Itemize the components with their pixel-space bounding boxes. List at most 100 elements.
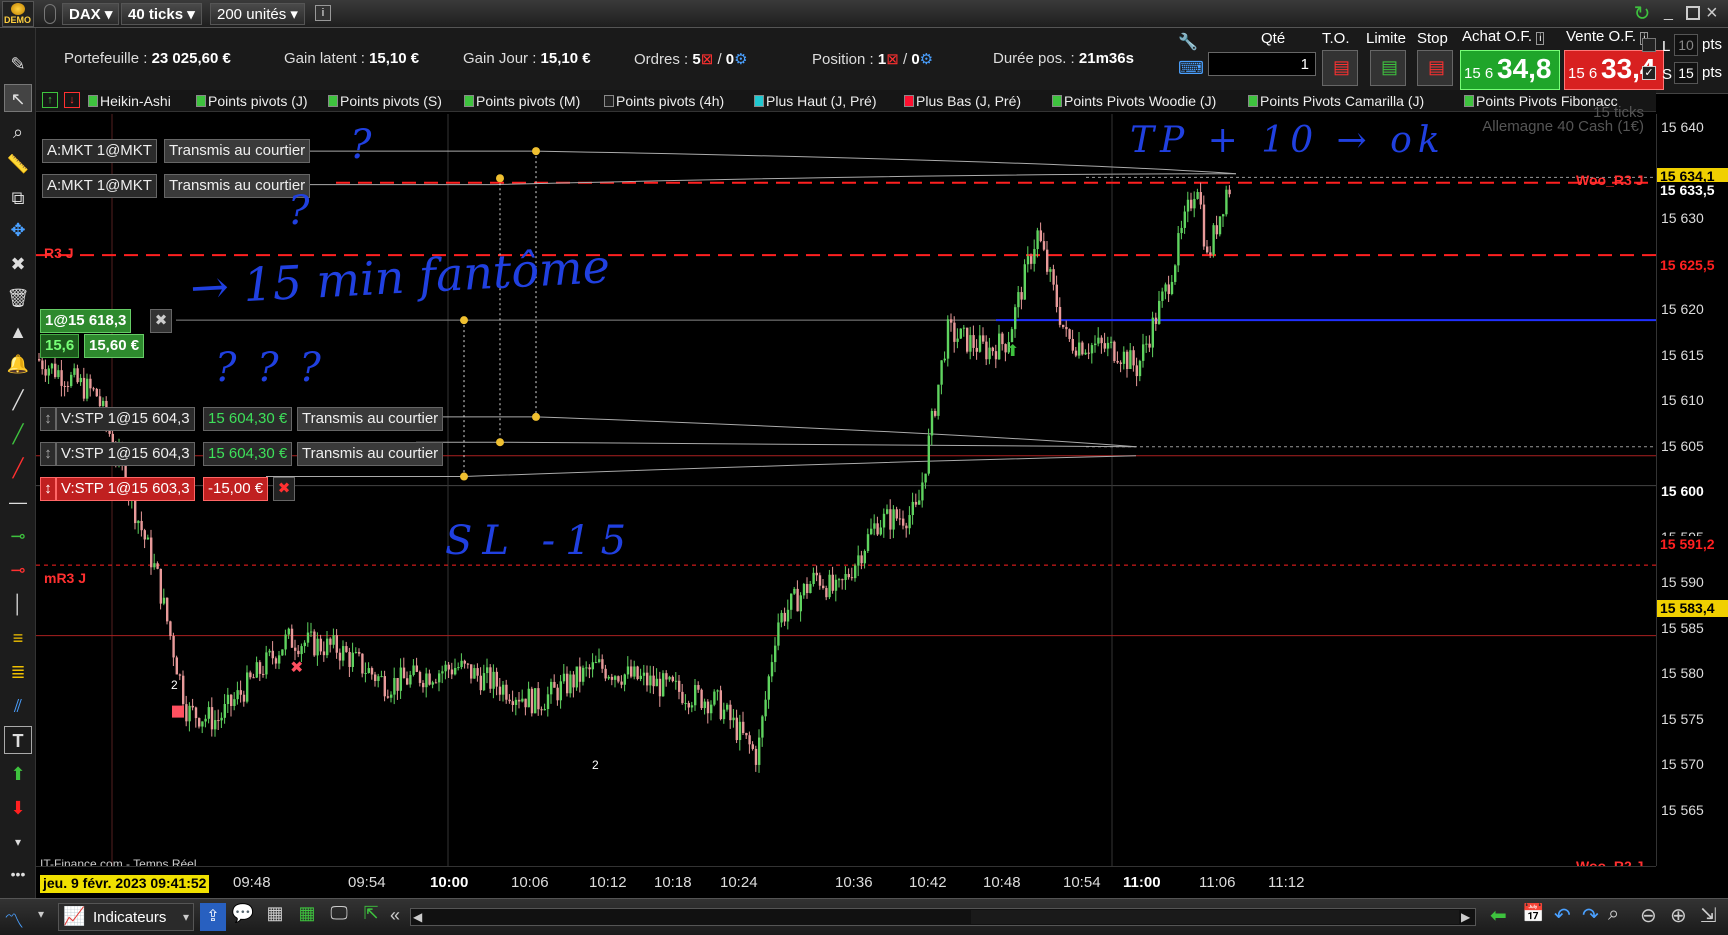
green-line-icon[interactable]: ╱ — [4, 420, 32, 448]
limite-button[interactable]: ▤ — [1370, 50, 1406, 86]
vline-icon[interactable]: │ — [4, 590, 32, 618]
candle-body — [1087, 352, 1090, 354]
red-hline-icon[interactable]: ⊸ — [4, 556, 32, 584]
screenshot-icon[interactable]: 🖵 — [326, 903, 352, 931]
channel-icon[interactable]: ⫽ — [4, 692, 32, 720]
indicator-2[interactable]: Points pivots (S) — [326, 92, 442, 110]
price-tick-label: 15 570 — [1661, 756, 1704, 773]
l-checkbox[interactable] — [1642, 38, 1656, 52]
keyboard-icon[interactable]: ⌨ — [1178, 58, 1204, 80]
order-mkt-1[interactable]: A:MKT 1@MKT — [42, 139, 157, 163]
export-icon[interactable]: ⇱ — [358, 903, 384, 931]
zoom-out-icon[interactable]: ⊖ — [1640, 903, 1666, 931]
scroll-left-icon[interactable]: ◀ — [413, 910, 422, 924]
indicator-5[interactable]: Plus Haut (J, Pré) — [752, 92, 876, 110]
attach-icon[interactable] — [44, 4, 56, 24]
info-icon[interactable]: i — [315, 5, 331, 21]
zoom-in-icon[interactable]: ⊕ — [1670, 903, 1696, 931]
fib-fan-icon[interactable]: ≣ — [4, 658, 32, 686]
red-line-icon[interactable]: ╱ — [4, 454, 32, 482]
sync-icon[interactable]: ↻ — [1630, 2, 1654, 26]
grid-icon[interactable]: ▦ — [294, 903, 320, 931]
close-position-icon[interactable]: ✖ — [150, 309, 172, 333]
horizontal-scrollbar[interactable]: ◀ ▶ — [410, 908, 1476, 926]
indicateurs-button[interactable]: 📈 Indicateurs ▾ — [58, 903, 194, 931]
indicator-3[interactable]: Points pivots (M) — [462, 92, 580, 110]
draw-tool-icon[interactable]: 〽 — [4, 905, 34, 933]
bell-icon[interactable]: 🔔 — [4, 350, 32, 378]
expand-icon[interactable]: ▾ — [4, 828, 32, 856]
calendar-icon[interactable]: 📅 — [1522, 903, 1548, 931]
indicator-8[interactable]: Points Pivots Camarilla (J) — [1246, 92, 1424, 110]
info-icon[interactable]: i — [1536, 32, 1545, 45]
collapse-icon[interactable]: « — [390, 905, 400, 926]
ticks-dropdown[interactable]: 40 ticks ▾ — [121, 3, 202, 25]
share-icon[interactable]: ⇪ — [200, 903, 226, 931]
comment-icon[interactable]: 💬 — [230, 903, 256, 931]
stop-button[interactable]: ▤ — [1417, 50, 1453, 86]
s-pts-input[interactable] — [1674, 62, 1698, 84]
up-arrow-icon[interactable]: ↑ — [42, 92, 58, 108]
ruler-icon[interactable]: 📏 — [4, 150, 32, 178]
layout-icon[interactable]: ▦ — [262, 903, 288, 931]
line-tool-icon[interactable]: ╱ — [4, 386, 32, 414]
copy-icon[interactable]: ⧉ — [4, 184, 32, 212]
undo-icon[interactable]: ↶ — [1554, 903, 1580, 931]
indicator-7[interactable]: Points Pivots Woodie (J) — [1050, 92, 1216, 110]
close-position-icon[interactable]: ⊠ — [886, 51, 899, 68]
cancel-order-icon[interactable]: ✖ — [273, 477, 295, 501]
pen-icon[interactable]: ✎ — [4, 50, 32, 78]
order-stp-3[interactable]: V:STP 1@15 603,3 — [56, 477, 195, 501]
gear-icon[interactable]: ⚙ — [734, 51, 747, 68]
indicator-1[interactable]: Points pivots (J) — [194, 92, 308, 110]
price-axis[interactable]: 15 64015 63515 63015 62515 62015 61515 6… — [1656, 114, 1728, 866]
down-arrow-icon[interactable]: ↓ — [64, 92, 80, 108]
order-mkt-2[interactable]: A:MKT 1@MKT — [42, 174, 157, 198]
position-label[interactable]: 1@15 618,3 — [40, 309, 132, 333]
drag-handle-icon[interactable]: ↕ — [40, 442, 56, 466]
fit-icon[interactable]: ⇲ — [1700, 903, 1726, 931]
cancel-orders-icon[interactable]: ⊠ — [701, 51, 714, 68]
order-stp-2[interactable]: V:STP 1@15 604,3 — [56, 442, 195, 466]
instrument-dropdown[interactable]: DAX ▾ — [62, 3, 120, 25]
price-tick-label: 15 640 — [1661, 119, 1704, 135]
back-green-icon[interactable]: ⬅ — [1490, 903, 1518, 931]
wrench-icon[interactable]: 🔧 — [1178, 32, 1202, 54]
cursor-icon[interactable]: ↖ — [4, 84, 32, 112]
zoom-area-icon[interactable]: ⌕ — [1608, 903, 1634, 931]
close-icon[interactable]: × — [1706, 2, 1724, 24]
scroll-right-icon[interactable]: ▶ — [1461, 910, 1470, 924]
scroll-thumb[interactable] — [971, 910, 1459, 924]
minimize-icon[interactable]: _ — [1664, 2, 1682, 24]
l-pts-input[interactable] — [1674, 34, 1698, 56]
qte-input[interactable] — [1208, 52, 1316, 76]
trash-icon[interactable]: 🗑 — [4, 284, 32, 312]
units-dropdown[interactable]: 200 unités ▾ — [210, 3, 305, 25]
move-icon[interactable]: ✥ — [4, 216, 32, 244]
chevron-down-icon[interactable]: ▾ — [38, 907, 44, 921]
redo-icon[interactable]: ↷ — [1582, 903, 1608, 931]
text-tool-icon[interactable]: T — [4, 726, 32, 754]
indicator-6[interactable]: Plus Bas (J, Pré) — [902, 92, 1021, 110]
sell-arrow-icon[interactable]: ⬇ — [4, 794, 32, 822]
alert-icon[interactable]: ▲ — [4, 318, 32, 346]
maximize-icon[interactable] — [1686, 6, 1700, 20]
candle-body — [386, 696, 390, 698]
zoom-icon[interactable]: ⌕ — [4, 118, 32, 146]
buy-arrow-icon[interactable]: ⬆ — [4, 760, 32, 788]
more-icon[interactable]: ••• — [4, 860, 32, 888]
indicator-4[interactable]: Points pivots (4h) — [602, 92, 724, 110]
candle-body — [710, 704, 713, 714]
order-stp-1[interactable]: V:STP 1@15 604,3 — [56, 407, 195, 431]
indicator-0[interactable]: Heikin-Ashi — [86, 92, 171, 110]
fib-icon[interactable]: ≡ — [4, 624, 32, 652]
achat-button[interactable]: 15 6 34,8 — [1460, 50, 1560, 90]
s-checkbox[interactable]: ✓ — [1642, 66, 1656, 80]
tools-icon[interactable]: ✖ — [4, 250, 32, 278]
gear-icon[interactable]: ⚙ — [920, 51, 933, 68]
drag-handle-icon[interactable]: ↕ — [40, 407, 56, 431]
to-button[interactable]: ▤ — [1322, 50, 1358, 86]
drag-handle-icon[interactable]: ↕ — [40, 477, 56, 501]
green-hline-icon[interactable]: ⊸ — [4, 522, 32, 550]
hline-icon[interactable]: — — [4, 488, 32, 516]
